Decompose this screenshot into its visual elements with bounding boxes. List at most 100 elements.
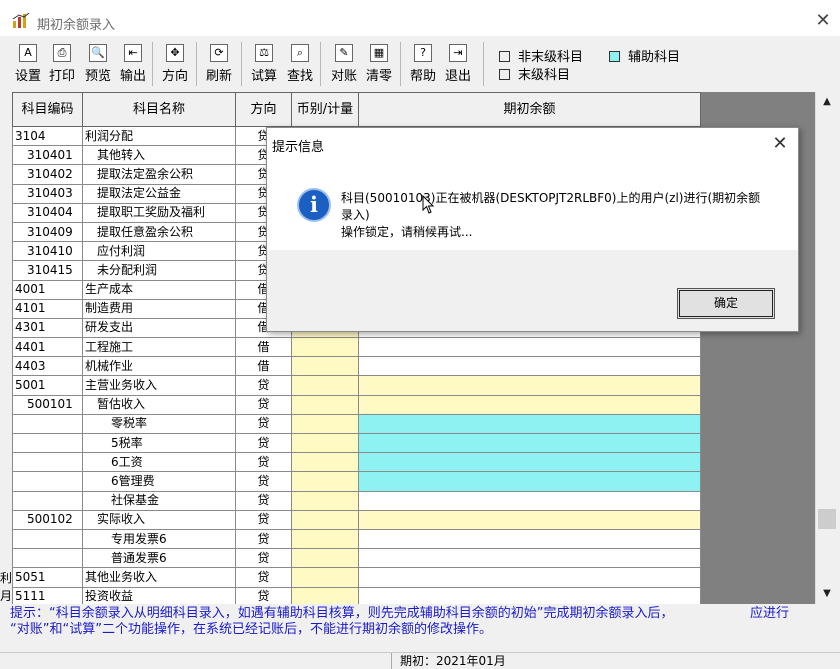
cell-balance[interactable]: [358, 452, 701, 473]
export-icon: ⇤: [124, 44, 142, 62]
cell-currency[interactable]: [291, 356, 359, 377]
header-name[interactable]: 科目名称: [82, 92, 236, 127]
toolbar-button-10[interactable]: ? 帮助: [407, 44, 439, 86]
dialog-footer: 确定: [267, 250, 798, 331]
table-row[interactable]: 500101 暂估收入贷: [12, 394, 701, 415]
cell-balance[interactable]: [358, 567, 701, 588]
toolbar-button-2[interactable]: 🔍 预览: [82, 44, 114, 86]
table-header-row: 科目编码 科目名称 方向 币别/计量 期初余额: [12, 92, 701, 127]
cell-code: 3104: [12, 125, 83, 147]
cell-currency[interactable]: [291, 528, 359, 550]
table-row[interactable]: 普通发票6 贷: [12, 548, 701, 569]
toolbar-button-3[interactable]: ⇤ 输出: [117, 44, 149, 86]
toolbar-button-9[interactable]: ▦ 清零: [363, 44, 395, 86]
table-row[interactable]: 5051 其他业务收入贷: [12, 567, 701, 588]
legend-leaf: 末级科目: [499, 64, 570, 83]
cell-currency[interactable]: [291, 567, 359, 588]
cell-balance[interactable]: [358, 413, 701, 435]
dialog-message-line-3: 操作锁定，请稍候再试...: [341, 225, 473, 239]
cell-code: 4403: [12, 356, 83, 377]
cell-currency[interactable]: [291, 413, 359, 435]
header-currency[interactable]: 币别/计量: [291, 92, 359, 127]
cell-direction: 贷: [235, 490, 292, 511]
header-opening-balance[interactable]: 期初余额: [358, 92, 701, 127]
table-row[interactable]: 5税率贷: [12, 432, 701, 454]
cell-currency[interactable]: [291, 548, 359, 569]
table-row[interactable]: 社保基金贷: [12, 490, 701, 511]
table-row[interactable]: 零税率贷: [12, 413, 701, 435]
header-direction[interactable]: 方向: [235, 92, 292, 127]
cell-balance[interactable]: [358, 356, 701, 377]
cell-balance[interactable]: [358, 471, 701, 492]
close-icon[interactable]: ✕: [806, 8, 840, 34]
cell-code: [12, 452, 83, 473]
table-row[interactable]: 5001 主营业务收入贷: [12, 375, 701, 396]
toolbar-button-6[interactable]: ⚖ 试算: [248, 44, 280, 86]
cell-balance[interactable]: [358, 375, 701, 396]
cell-currency[interactable]: [291, 394, 359, 415]
table-row[interactable]: 5111 投资收益贷: [12, 586, 701, 604]
ok-button[interactable]: 确定: [677, 288, 775, 319]
cell-currency[interactable]: [291, 509, 359, 530]
dialog-message-line-1: 科目(50010103)正在被机器(DESKTOPJT2RLBF0)上的用户(z…: [341, 191, 761, 205]
cell-code: 4001: [12, 279, 83, 300]
settings-icon: A: [19, 44, 37, 62]
cell-balance[interactable]: [358, 337, 701, 358]
cell-currency[interactable]: [291, 432, 359, 454]
scroll-up-icon[interactable]: ▲: [816, 92, 838, 112]
cell-name: 5税率: [82, 432, 236, 454]
cell-name: 6工资: [82, 452, 236, 473]
table-row[interactable]: 500102 实际收入贷: [12, 509, 701, 530]
left-clip-1: 利: [0, 571, 13, 585]
cell-name: 利润分配: [82, 125, 236, 147]
cell-direction: 借: [235, 356, 292, 377]
scroll-thumb[interactable]: [818, 509, 836, 529]
cell-name: 其他转入: [82, 145, 236, 166]
cell-code: [12, 432, 83, 454]
table-row[interactable]: 6管理费贷: [12, 471, 701, 492]
table-row[interactable]: 专用发票6 贷: [12, 528, 701, 550]
cell-name: 实际收入: [82, 509, 236, 530]
cell-name: 未分配利润: [82, 260, 236, 281]
toolbar-button-0[interactable]: A 设置: [12, 44, 44, 86]
refresh-icon: ⟳: [210, 44, 228, 62]
cell-currency[interactable]: [291, 452, 359, 473]
cell-balance[interactable]: [358, 432, 701, 454]
cell-balance[interactable]: [358, 490, 701, 511]
find-icon: ⌕: [291, 44, 309, 62]
cell-balance[interactable]: [358, 586, 701, 604]
toolbar-button-label: 帮助: [409, 69, 436, 84]
cell-direction: 贷: [235, 509, 292, 530]
cell-name: 生产成本: [82, 279, 236, 300]
cell-currency[interactable]: [291, 471, 359, 492]
vertical-scrollbar[interactable]: ▲ ▼: [815, 92, 838, 604]
table-row[interactable]: 4401 工程施工借: [12, 337, 701, 358]
toolbar-button-7[interactable]: ⌕ 查找: [284, 44, 316, 86]
cell-balance[interactable]: [358, 528, 701, 550]
toolbar-button-label: 预览: [84, 69, 111, 84]
cell-balance[interactable]: [358, 394, 701, 415]
cell-name: 制造费用: [82, 298, 236, 319]
toolbar-button-11[interactable]: ⇥ 退出: [442, 44, 474, 86]
cell-currency[interactable]: [291, 490, 359, 511]
cell-name: 专用发票6: [82, 528, 236, 550]
cell-balance[interactable]: [358, 509, 701, 530]
cell-code: 4101: [12, 298, 83, 319]
table-row[interactable]: 4403 机械作业借: [12, 356, 701, 377]
scroll-down-icon[interactable]: ▼: [816, 584, 838, 604]
table-row[interactable]: 6工资贷: [12, 452, 701, 473]
toolbar-button-label: 查找: [286, 69, 313, 84]
toolbar-button-5[interactable]: ⟳ 刷新: [203, 44, 235, 86]
dialog-close-icon[interactable]: ✕: [768, 132, 792, 156]
cell-currency[interactable]: [291, 586, 359, 604]
cell-code: 500102: [12, 509, 83, 530]
help-icon: ?: [414, 44, 432, 62]
cell-balance[interactable]: [358, 548, 701, 569]
header-code[interactable]: 科目编码: [12, 92, 83, 127]
cell-currency[interactable]: [291, 337, 359, 358]
toolbar-button-8[interactable]: ✎ 对账: [328, 44, 360, 86]
toolbar-separator: [241, 42, 242, 86]
cell-currency[interactable]: [291, 375, 359, 396]
toolbar-button-1[interactable]: ⎙ 打印: [46, 44, 78, 86]
toolbar-button-4[interactable]: ✥ 方向: [159, 44, 191, 86]
